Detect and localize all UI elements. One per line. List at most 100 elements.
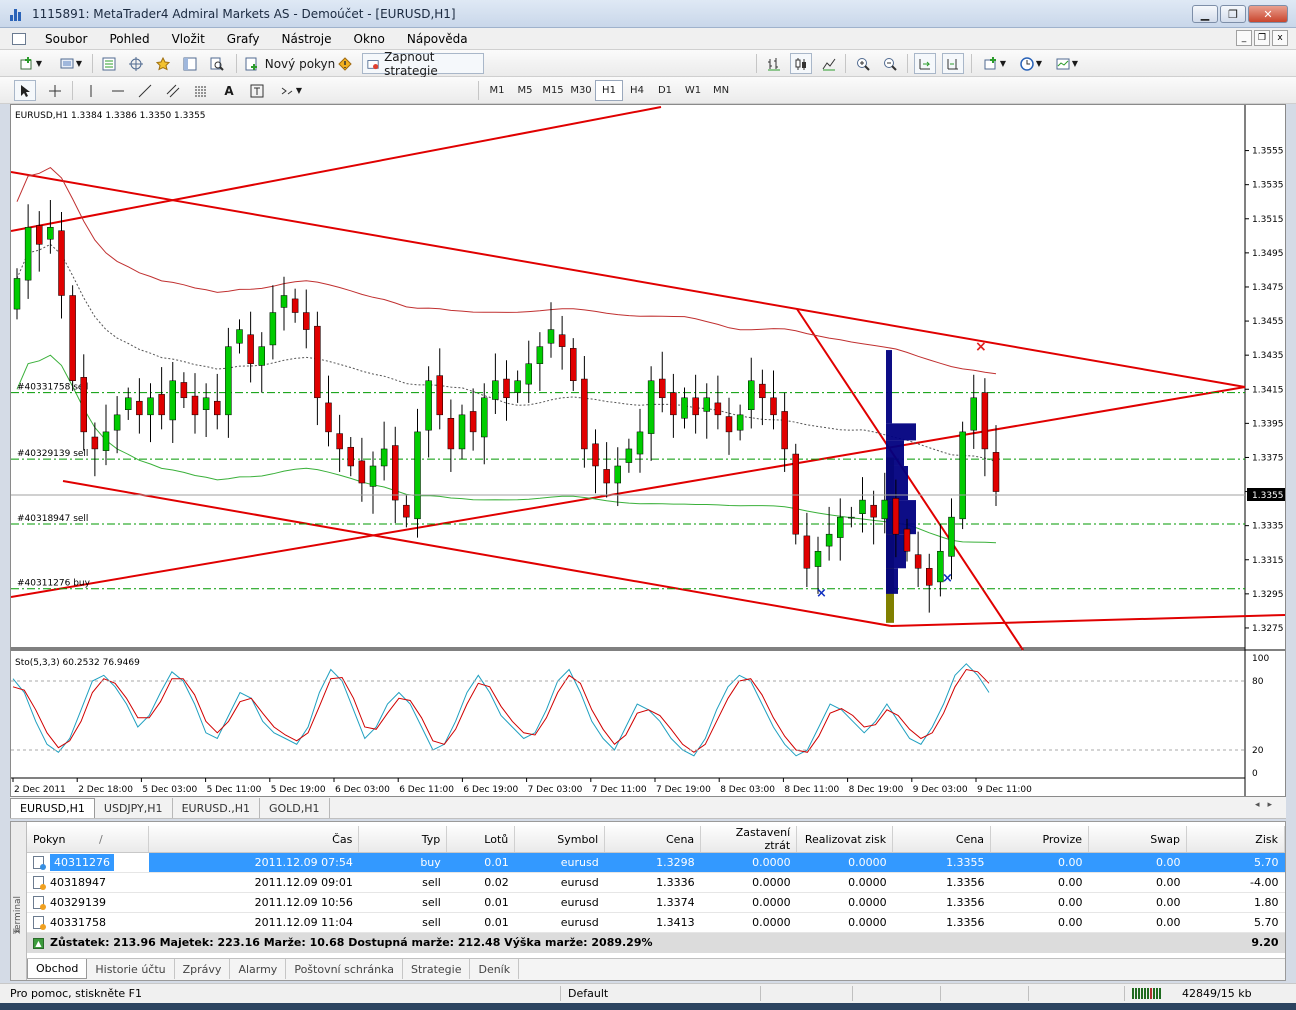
candle-body[interactable] — [914, 554, 922, 569]
auto-scroll-button[interactable] — [914, 53, 936, 74]
close-button[interactable]: ✕ — [1248, 5, 1288, 23]
col-swap[interactable]: Swap — [1088, 826, 1187, 853]
candle-body[interactable] — [926, 568, 933, 586]
trendline-bottom-flat[interactable] — [890, 614, 1285, 627]
candle-body[interactable] — [837, 516, 844, 538]
col-zisk[interactable]: Zisk — [1186, 826, 1286, 853]
candle-body[interactable] — [592, 443, 599, 467]
candle-body[interactable] — [225, 346, 232, 416]
order-row[interactable]: 40311276 2011.12.09 07:54 buy 0.01 eurusd 1.3… — [27, 852, 1285, 873]
candle-body[interactable] — [425, 380, 432, 431]
candle-body[interactable] — [269, 312, 277, 346]
trendline-descending-resistance[interactable] — [11, 171, 1246, 388]
menu-napoveda[interactable]: Nápověda — [396, 32, 479, 46]
candle-body[interactable] — [91, 436, 99, 450]
terminal-tab-strategie[interactable]: Strategie — [403, 959, 471, 979]
trendline-ascending-support[interactable] — [11, 386, 1246, 598]
crosshair-tool[interactable] — [44, 80, 66, 101]
candle-body[interactable] — [714, 402, 722, 416]
text-tool[interactable]: A — [218, 80, 240, 101]
candle-body[interactable] — [670, 392, 677, 416]
candle-body[interactable] — [848, 516, 855, 519]
candle-body[interactable] — [458, 414, 466, 450]
candlestick-chart-button[interactable] — [790, 53, 812, 74]
candle-body[interactable] — [80, 377, 87, 433]
col-cas[interactable]: Čas — [148, 826, 360, 853]
order-row[interactable]: 40329139 2011.12.09 10:56 sell 0.01 eurusd 1.… — [27, 892, 1285, 913]
timeframe-d1[interactable]: D1 — [651, 80, 679, 101]
trendlines[interactable] — [11, 106, 1285, 651]
candle-body[interactable] — [291, 298, 299, 313]
candles[interactable] — [13, 200, 1000, 613]
candle-body[interactable] — [36, 225, 43, 245]
candle-body[interactable] — [280, 295, 288, 308]
candle-body[interactable] — [236, 329, 243, 344]
candle-body[interactable] — [970, 397, 977, 431]
terminal-tab-zpravy[interactable]: Zprávy — [175, 959, 231, 979]
new-chart-button[interactable]: ▼ — [14, 53, 48, 74]
menu-pohled[interactable]: Pohled — [98, 32, 160, 46]
candle-body[interactable] — [547, 329, 555, 344]
document-icon[interactable] — [12, 32, 26, 45]
navigator-button[interactable] — [152, 53, 174, 74]
candle-body[interactable] — [481, 397, 488, 438]
candle-body[interactable] — [369, 465, 377, 487]
candle-body[interactable] — [347, 446, 354, 467]
strategy-tester-button[interactable] — [206, 53, 228, 74]
timeframe-m15[interactable]: M15 — [539, 80, 567, 101]
horizontal-line-tool[interactable] — [107, 80, 129, 101]
price-chart[interactable]: #40331758 sell #40329139 sell #40318947 se… — [11, 105, 1285, 796]
zoom-out-button[interactable] — [879, 53, 901, 74]
trendline-steep-drop[interactable] — [796, 308, 1024, 651]
mdi-restore-button[interactable]: ❐ — [1254, 30, 1270, 46]
periods-button[interactable]: ▼ — [1014, 53, 1048, 74]
vertical-line-tool[interactable] — [80, 80, 102, 101]
timeframe-m1[interactable]: M1 — [483, 80, 511, 101]
candle-body[interactable] — [314, 325, 321, 399]
alert-button[interactable] — [334, 53, 356, 74]
candle-body[interactable] — [959, 431, 966, 520]
candle-body[interactable] — [647, 380, 655, 434]
trendline-tool[interactable] — [134, 80, 156, 101]
candle-body[interactable] — [336, 433, 343, 450]
candle-body[interactable] — [881, 499, 888, 520]
new-order-button[interactable]: Nový pokyn — [244, 53, 336, 74]
candle-body[interactable] — [380, 448, 388, 467]
minimize-button[interactable]: ▁ — [1192, 5, 1218, 23]
candle-body[interactable] — [113, 414, 121, 431]
menu-nastroje[interactable]: Nástroje — [271, 32, 343, 46]
candle-body[interactable] — [659, 378, 666, 399]
bar-chart-button[interactable] — [763, 53, 785, 74]
zoom-in-button[interactable] — [852, 53, 874, 74]
text-label-tool[interactable] — [246, 80, 268, 101]
candle-body[interactable] — [503, 378, 510, 399]
candle-body[interactable] — [58, 230, 65, 296]
candle-body[interactable] — [247, 334, 254, 364]
candle-body[interactable] — [581, 378, 588, 450]
candle-body[interactable] — [392, 445, 399, 501]
col-take-profit[interactable]: Realizovat zisk — [796, 826, 894, 853]
candle-body[interactable] — [214, 400, 221, 416]
mdi-minimize-button[interactable]: _ — [1236, 30, 1252, 46]
candle-body[interactable] — [180, 382, 188, 399]
candle-body[interactable] — [692, 397, 699, 416]
col-pokyn[interactable]: Pokyn / — [27, 826, 150, 853]
timeframe-w1[interactable]: W1 — [679, 80, 707, 101]
terminal-tab-mailbox[interactable]: Poštovní schránka — [286, 959, 404, 979]
order-row[interactable]: 40318947 2011.12.09 09:01 sell 0.02 eurusd 1.… — [27, 872, 1285, 893]
timeframe-m30[interactable]: M30 — [567, 80, 595, 101]
candle-body[interactable] — [681, 397, 688, 419]
candle-body[interactable] — [892, 498, 900, 535]
candle-body[interactable] — [948, 516, 955, 557]
col-lotu[interactable]: Lotů — [446, 826, 516, 853]
chart-tab-eurusd[interactable]: EURUSD,H1 — [10, 798, 95, 818]
candle-body[interactable] — [169, 380, 176, 421]
candle-body[interactable] — [436, 375, 443, 416]
candle-body[interactable] — [636, 431, 644, 455]
col-typ[interactable]: Typ — [358, 826, 448, 853]
candle-body[interactable] — [514, 380, 521, 393]
templates-button[interactable]: ▼ — [1050, 53, 1084, 74]
candle-body[interactable] — [603, 469, 610, 484]
candle-body[interactable] — [759, 383, 766, 399]
candle-body[interactable] — [614, 465, 621, 484]
